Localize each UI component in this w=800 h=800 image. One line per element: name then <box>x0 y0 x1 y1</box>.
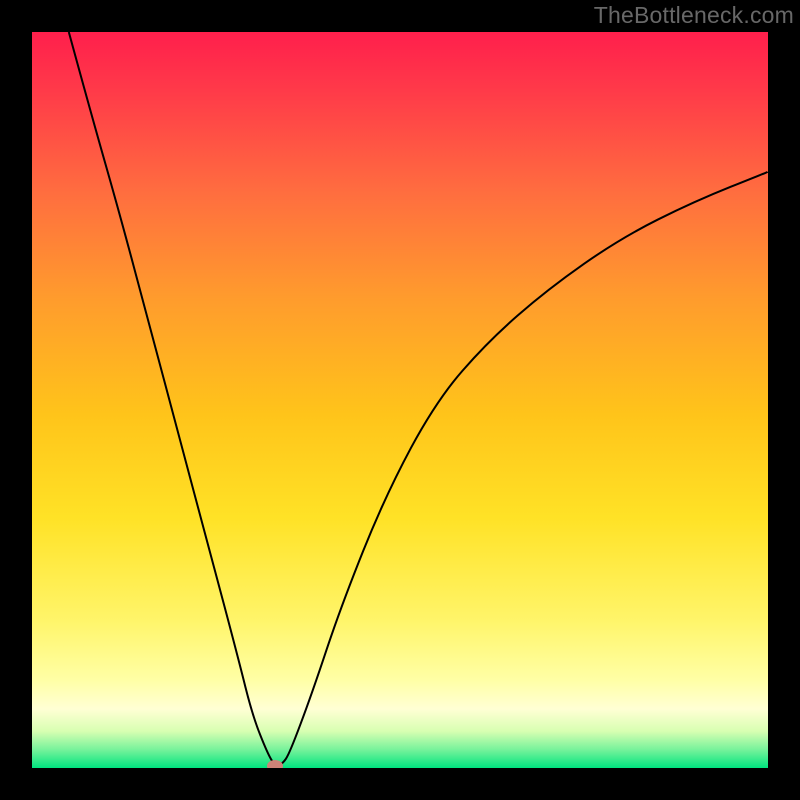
watermark-text: TheBottleneck.com <box>594 2 794 29</box>
curve-path <box>69 32 768 765</box>
bottleneck-curve <box>32 32 768 768</box>
optimal-point-marker <box>267 760 283 768</box>
plot-area <box>32 32 768 768</box>
chart-frame: TheBottleneck.com <box>0 0 800 800</box>
